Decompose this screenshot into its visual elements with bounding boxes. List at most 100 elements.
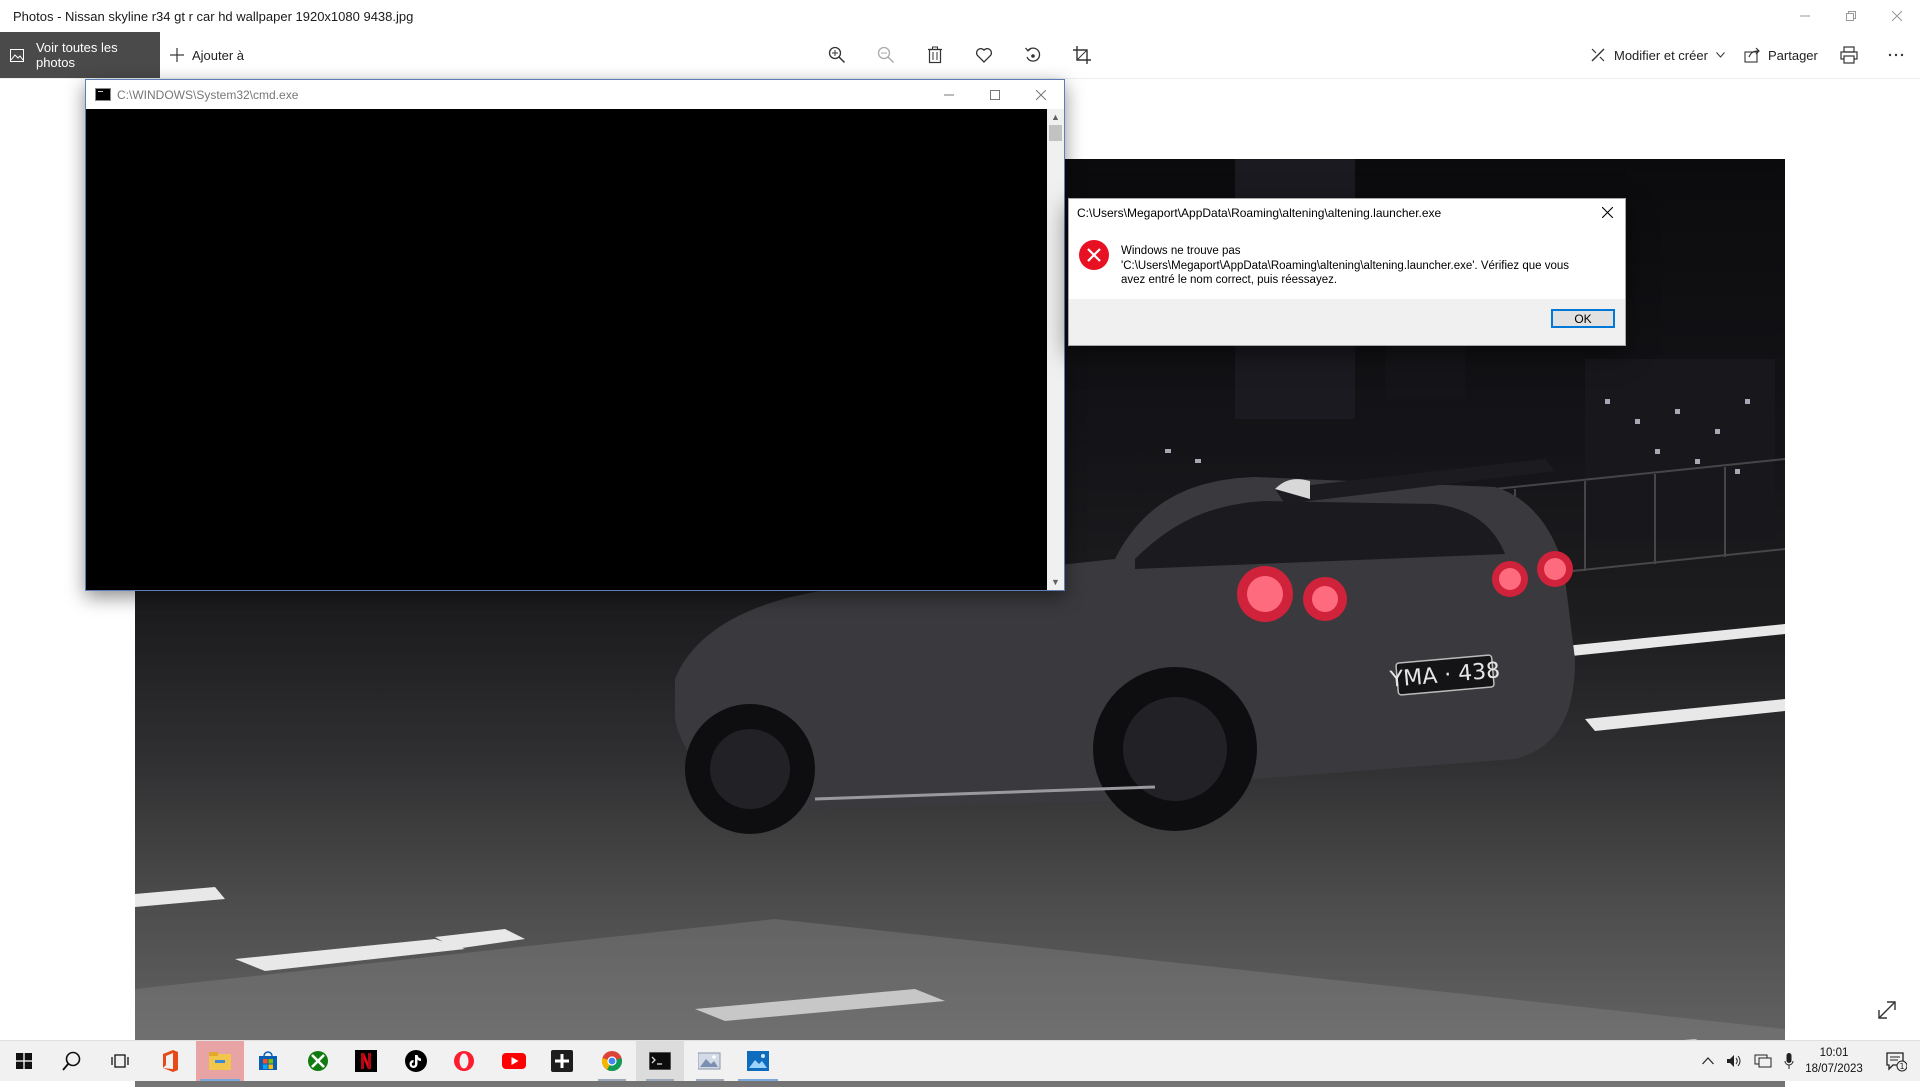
tiktok-icon	[405, 1050, 427, 1072]
cmd-close-button[interactable]	[1018, 80, 1064, 109]
taskbar-office[interactable]	[146, 1041, 194, 1081]
all-photos-button[interactable]: Voir toutes les photos	[0, 32, 160, 78]
notification-icon: 1	[1886, 1052, 1907, 1072]
close-icon	[1036, 89, 1046, 100]
delete-button[interactable]	[913, 32, 957, 78]
minimize-button[interactable]	[1782, 0, 1828, 32]
taskbar-file-explorer[interactable]	[196, 1041, 244, 1081]
taskbar-opera[interactable]	[440, 1041, 488, 1081]
taskbar-youtube[interactable]	[490, 1041, 538, 1081]
zoom-in-icon	[828, 46, 846, 64]
taskbar-tiktok[interactable]	[392, 1041, 440, 1081]
start-icon	[16, 1053, 32, 1069]
taskbar-photo-viewer[interactable]	[686, 1041, 734, 1081]
expand-fullscreen-icon[interactable]	[1876, 999, 1898, 1021]
share-icon	[1744, 47, 1760, 63]
chevron-up-icon[interactable]	[1702, 1057, 1714, 1065]
zoom-out-icon	[877, 46, 895, 64]
xbox-icon	[308, 1051, 328, 1071]
edit-create-label: Modifier et créer	[1614, 47, 1708, 63]
photos-toolbar: Voir toutes les photos Ajouter à Modifie…	[0, 32, 1920, 79]
print-button[interactable]	[1827, 32, 1871, 78]
task-view-button[interactable]	[96, 1041, 144, 1081]
chevron-down-icon	[1716, 52, 1725, 58]
dialog-title: C:\Users\Megaport\AppData\Roaming\alteni…	[1077, 206, 1442, 220]
youtube-icon	[502, 1053, 526, 1069]
microphone-icon[interactable]	[1784, 1053, 1794, 1069]
dialog-message: Windows ne trouve pas 'C:\Users\Megaport…	[1121, 244, 1601, 288]
taskbar: 10:01 18/07/2023 1	[0, 1040, 1920, 1081]
crop-button[interactable]	[1060, 32, 1104, 78]
netflix-icon	[355, 1050, 377, 1072]
edit-create-button[interactable]: Modifier et créer	[1590, 32, 1725, 78]
maximize-icon	[990, 89, 1000, 100]
plus-icon	[170, 48, 184, 62]
rotate-button[interactable]	[1011, 32, 1055, 78]
volume-icon[interactable]	[1726, 1054, 1742, 1068]
dialog-message-line1: Windows ne trouve pas	[1121, 245, 1241, 257]
dialog-message-line3: avez entré le nom correct, puis réessaye…	[1121, 274, 1338, 286]
notifications-button[interactable]: 1	[1872, 1041, 1920, 1081]
taskbar-store[interactable]	[244, 1041, 292, 1081]
scroll-up-icon[interactable]: ▲	[1047, 109, 1064, 125]
photos-titlebar: Photos - Nissan skyline r34 gt r car hd …	[0, 0, 1920, 32]
dialog-close-button[interactable]	[1593, 201, 1621, 223]
share-label: Partager	[1768, 47, 1818, 63]
network-icon[interactable]	[1754, 1054, 1772, 1068]
close-button[interactable]	[1874, 0, 1920, 32]
cmd-maximize-button[interactable]	[972, 80, 1018, 109]
share-button[interactable]: Partager	[1744, 32, 1818, 78]
clock[interactable]: 10:01 18/07/2023	[1794, 1045, 1874, 1077]
taskbar-chrome[interactable]	[588, 1041, 636, 1081]
ok-button[interactable]: OK	[1551, 309, 1615, 328]
chrome-icon	[601, 1051, 622, 1072]
store-icon	[259, 1051, 277, 1070]
favorite-button[interactable]	[962, 32, 1006, 78]
minimize-icon	[944, 94, 954, 95]
error-icon	[1079, 240, 1109, 270]
app-plus-icon	[551, 1050, 573, 1072]
search-icon	[62, 1051, 81, 1071]
scroll-down-icon[interactable]: ▼	[1047, 574, 1064, 590]
zoom-out-button[interactable]	[864, 32, 908, 78]
taskbar-photos[interactable]	[734, 1041, 782, 1081]
taskbar-netflix[interactable]	[342, 1041, 390, 1081]
minimize-icon	[1800, 15, 1810, 17]
notification-count: 1	[1899, 1062, 1904, 1071]
more-button[interactable]	[1874, 32, 1918, 78]
add-to-label: Ajouter à	[192, 47, 245, 63]
office-icon	[163, 1050, 178, 1072]
opera-icon	[454, 1051, 474, 1071]
taskbar-app-plus[interactable]	[538, 1041, 586, 1081]
add-to-button[interactable]: Ajouter à	[170, 32, 244, 78]
all-photos-label: Voir toutes les photos	[35, 40, 118, 70]
cmd-app-icon	[95, 88, 111, 101]
window-title: Photos - Nissan skyline r34 gt r car hd …	[13, 8, 414, 24]
dialog-footer: OK	[1069, 299, 1625, 345]
rotate-icon	[1025, 47, 1041, 62]
search-button[interactable]	[48, 1041, 96, 1081]
close-icon	[1601, 206, 1613, 218]
file-explorer-icon	[209, 1052, 231, 1070]
restore-button[interactable]	[1828, 0, 1874, 32]
system-tray	[1702, 1041, 1794, 1081]
start-button[interactable]	[0, 1041, 48, 1081]
clock-date: 18/07/2023	[1805, 1063, 1863, 1075]
close-icon	[1892, 11, 1902, 21]
cmd-console[interactable]	[86, 109, 1047, 590]
zoom-in-button[interactable]	[815, 32, 859, 78]
cmd-scrollbar[interactable]: ▲ ▼	[1047, 109, 1064, 590]
clock-time: 10:01	[1819, 1047, 1849, 1059]
cmd-window[interactable]: C:\WINDOWS\System32\cmd.exe ▲ ▼	[85, 79, 1065, 591]
task-view-icon	[111, 1054, 129, 1068]
cmd-minimize-button[interactable]	[926, 80, 972, 109]
more-icon	[1888, 53, 1904, 57]
crop-icon	[1073, 46, 1091, 64]
photos-icon	[747, 1051, 769, 1071]
cmd-title: C:\WINDOWS\System32\cmd.exe	[117, 87, 299, 102]
taskbar-xbox[interactable]	[294, 1041, 342, 1081]
taskbar-cmd[interactable]	[636, 1041, 684, 1081]
scrollbar-thumb[interactable]	[1049, 125, 1062, 141]
cmd-titlebar[interactable]: C:\WINDOWS\System32\cmd.exe	[86, 80, 1064, 109]
delete-icon	[928, 46, 942, 64]
